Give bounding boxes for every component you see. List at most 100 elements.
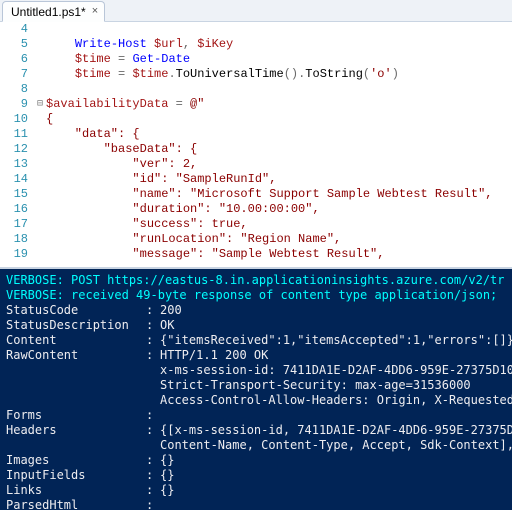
fold-toggle bbox=[34, 37, 46, 52]
editor-line[interactable]: 7 $time = $time.ToUniversalTime().ToStri… bbox=[0, 67, 512, 82]
tab-bar: Untitled1.ps1* × bbox=[0, 0, 512, 22]
property-name: Images bbox=[6, 453, 146, 468]
code-text bbox=[46, 22, 512, 37]
code-text: "name": "Microsoft Support Sample Webtes… bbox=[46, 187, 512, 202]
property-value: {} bbox=[160, 483, 506, 498]
property-value: {} bbox=[160, 453, 506, 468]
line-number: 4 bbox=[0, 22, 34, 37]
tab-title: Untitled1.ps1* bbox=[11, 5, 86, 19]
verbose-line: VERBOSE: POST https://eastus-8.in.applic… bbox=[6, 273, 506, 288]
property-value-cont: Content-Name, Content-Type, Accept, Sdk-… bbox=[6, 438, 506, 453]
code-text: "success": true, bbox=[46, 217, 512, 232]
property-name: StatusDescription bbox=[6, 318, 146, 333]
line-number: 5 bbox=[0, 37, 34, 52]
close-icon[interactable]: × bbox=[92, 6, 98, 17]
output-property: Headers: {[x-ms-session-id, 7411DA1E-D2A… bbox=[6, 423, 506, 438]
property-sep: : bbox=[146, 468, 160, 483]
property-value bbox=[160, 498, 506, 510]
property-name: StatusCode bbox=[6, 303, 146, 318]
property-sep: : bbox=[146, 453, 160, 468]
line-number: 16 bbox=[0, 202, 34, 217]
fold-toggle bbox=[34, 247, 46, 262]
fold-toggle bbox=[34, 127, 46, 142]
output-property: Images: {} bbox=[6, 453, 506, 468]
property-sep: : bbox=[146, 333, 160, 348]
fold-toggle bbox=[34, 187, 46, 202]
code-text: "message": "Sample Webtest Result", bbox=[46, 247, 512, 262]
editor-line[interactable]: 9⊟$availabilityData = @" bbox=[0, 97, 512, 112]
line-number: 15 bbox=[0, 187, 34, 202]
editor-line[interactable]: 19 "message": "Sample Webtest Result", bbox=[0, 247, 512, 262]
code-text: "id": "SampleRunId", bbox=[46, 172, 512, 187]
output-property: InputFields: {} bbox=[6, 468, 506, 483]
fold-toggle[interactable]: ⊟ bbox=[34, 97, 46, 112]
editor-line[interactable]: 12 "baseData": { bbox=[0, 142, 512, 157]
editor-line[interactable]: 13 "ver": 2, bbox=[0, 157, 512, 172]
output-property: Links: {} bbox=[6, 483, 506, 498]
property-name: ParsedHtml bbox=[6, 498, 146, 510]
property-sep: : bbox=[146, 348, 160, 363]
script-editor[interactable]: 45 Write-Host $url, $iKey6 $time = Get-D… bbox=[0, 22, 512, 269]
verbose-line: VERBOSE: received 49-byte response of co… bbox=[6, 288, 506, 303]
editor-line[interactable]: 18 "runLocation": "Region Name", bbox=[0, 232, 512, 247]
fold-toggle bbox=[34, 142, 46, 157]
editor-line[interactable]: 15 "name": "Microsoft Support Sample Web… bbox=[0, 187, 512, 202]
editor-line[interactable]: 6 $time = Get-Date bbox=[0, 52, 512, 67]
property-name: RawContent bbox=[6, 348, 146, 363]
code-text: $availabilityData = @" bbox=[46, 97, 512, 112]
fold-toggle bbox=[34, 157, 46, 172]
property-name: Headers bbox=[6, 423, 146, 438]
property-name: Forms bbox=[6, 408, 146, 423]
property-sep: : bbox=[146, 483, 160, 498]
output-property: StatusDescription: OK bbox=[6, 318, 506, 333]
code-text: "runLocation": "Region Name", bbox=[46, 232, 512, 247]
editor-line[interactable]: 4 bbox=[0, 22, 512, 37]
editor-line[interactable]: 14 "id": "SampleRunId", bbox=[0, 172, 512, 187]
line-number: 12 bbox=[0, 142, 34, 157]
property-value: OK bbox=[160, 318, 506, 333]
output-property: Content: {"itemsReceived":1,"itemsAccept… bbox=[6, 333, 506, 348]
fold-toggle bbox=[34, 22, 46, 37]
output-property: StatusCode: 200 bbox=[6, 303, 506, 318]
code-text: Write-Host $url, $iKey bbox=[46, 37, 512, 52]
property-value-cont: x-ms-session-id: 7411DA1E-D2AF-4DD6-959E… bbox=[6, 363, 506, 378]
code-text: $time = $time.ToUniversalTime().ToString… bbox=[46, 67, 512, 82]
property-sep: : bbox=[146, 318, 160, 333]
line-number: 17 bbox=[0, 217, 34, 232]
property-sep: : bbox=[146, 423, 160, 438]
code-text bbox=[46, 82, 512, 97]
property-sep: : bbox=[146, 408, 160, 423]
property-value-cont: Strict-Transport-Security: max-age=31536… bbox=[6, 378, 506, 393]
fold-toggle bbox=[34, 112, 46, 127]
code-text: { bbox=[46, 112, 512, 127]
editor-line[interactable]: 5 Write-Host $url, $iKey bbox=[0, 37, 512, 52]
editor-line[interactable]: 10 { bbox=[0, 112, 512, 127]
line-number: 9 bbox=[0, 97, 34, 112]
property-name: InputFields bbox=[6, 468, 146, 483]
output-property: ParsedHtml: bbox=[6, 498, 506, 510]
line-number: 7 bbox=[0, 67, 34, 82]
console-output[interactable]: VERBOSE: POST https://eastus-8.in.applic… bbox=[0, 269, 512, 510]
property-name: Links bbox=[6, 483, 146, 498]
code-text: "baseData": { bbox=[46, 142, 512, 157]
line-number: 19 bbox=[0, 247, 34, 262]
editor-line[interactable]: 8 bbox=[0, 82, 512, 97]
fold-toggle bbox=[34, 52, 46, 67]
property-sep: : bbox=[146, 498, 160, 510]
property-value: {} bbox=[160, 468, 506, 483]
line-number: 11 bbox=[0, 127, 34, 142]
line-number: 8 bbox=[0, 82, 34, 97]
editor-line[interactable]: 11 "data": { bbox=[0, 127, 512, 142]
code-text: "ver": 2, bbox=[46, 157, 512, 172]
line-number: 14 bbox=[0, 172, 34, 187]
editor-line[interactable]: 16 "duration": "10.00:00:00", bbox=[0, 202, 512, 217]
editor-line[interactable]: 17 "success": true, bbox=[0, 217, 512, 232]
line-number: 6 bbox=[0, 52, 34, 67]
property-value-cont: Access-Control-Allow-Headers: Origin, X-… bbox=[6, 393, 506, 408]
property-value bbox=[160, 408, 506, 423]
output-property: RawContent: HTTP/1.1 200 OK bbox=[6, 348, 506, 363]
property-value: {"itemsReceived":1,"itemsAccepted":1,"er… bbox=[160, 333, 512, 348]
line-number: 18 bbox=[0, 232, 34, 247]
tab-untitled1[interactable]: Untitled1.ps1* × bbox=[2, 1, 105, 22]
line-number: 10 bbox=[0, 112, 34, 127]
